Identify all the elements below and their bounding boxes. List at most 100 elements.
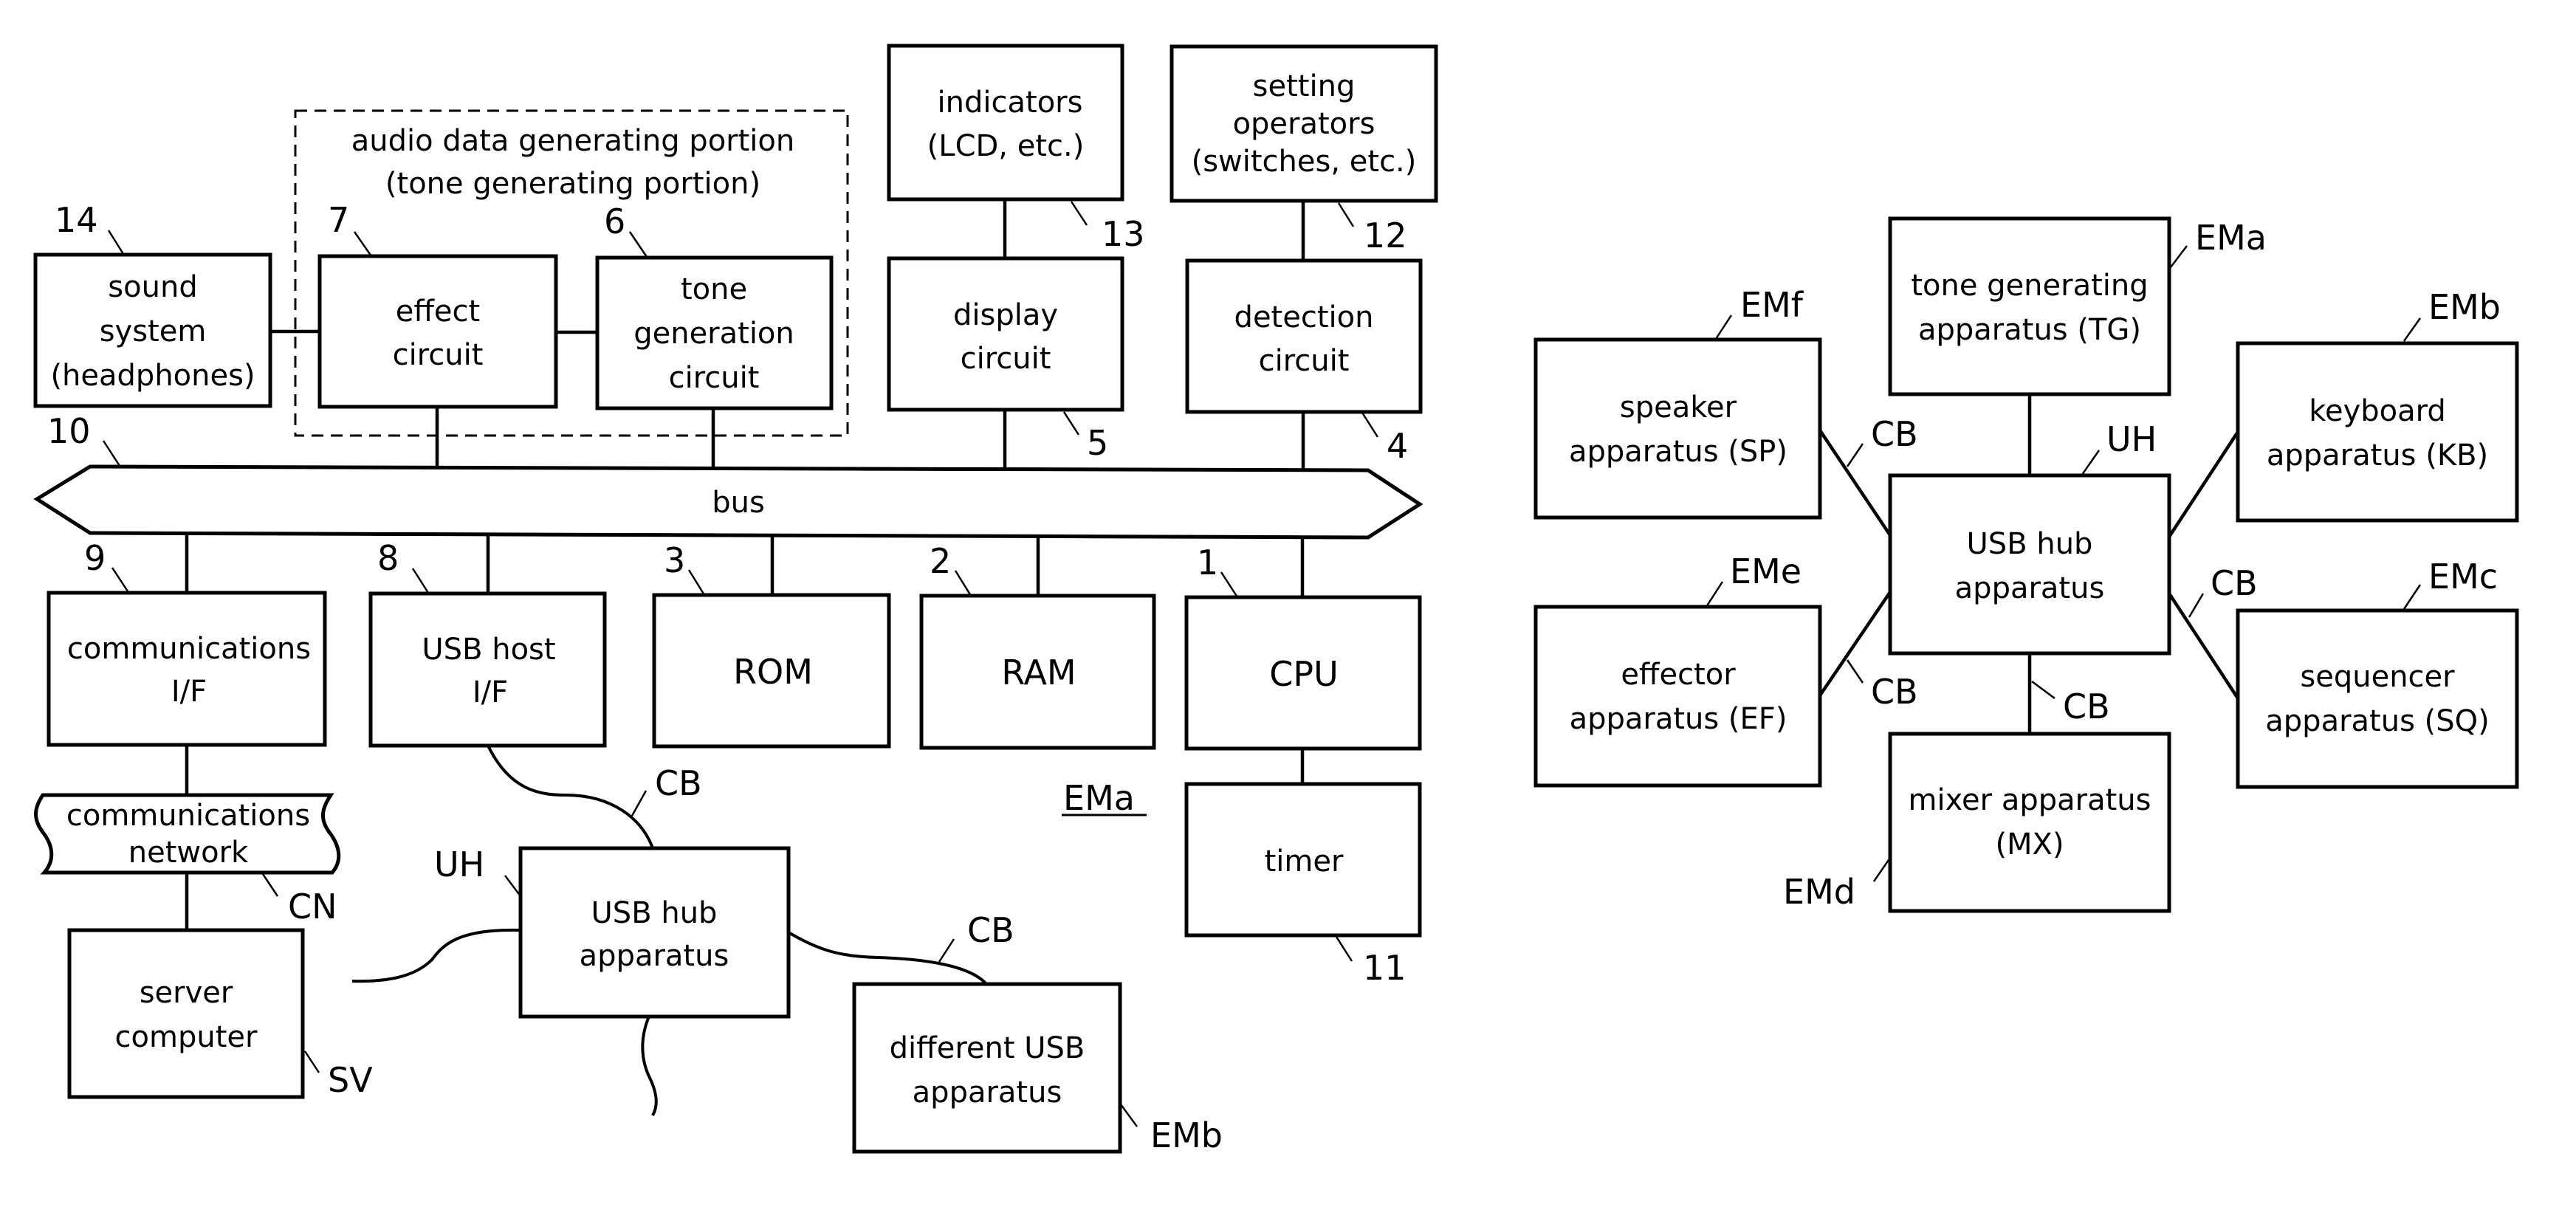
block-label: apparatus (KB) (2267, 439, 2488, 472)
block-label: I/F (171, 675, 207, 709)
audio-data-group-title: audio data generating portion (351, 124, 794, 158)
block-label: operators (1233, 107, 1375, 141)
block-label: network (128, 836, 249, 870)
block-tone-generation-circuit: tone generation circuit (595, 255, 834, 410)
block-label: USB hub (591, 896, 718, 930)
block-label: indicators (938, 86, 1083, 120)
ref-cb-usbhost: CB (655, 763, 702, 803)
block-label: I/F (473, 675, 508, 709)
block-sq-frame (2236, 608, 2519, 789)
ref-cb-mx: CB (2063, 687, 2110, 726)
block-label: circuit (961, 342, 1051, 376)
block-timer: timer (1184, 782, 1422, 938)
block-speaker-apparatus: speaker apparatus (SP) (1533, 337, 1822, 520)
block-label: tone generating (1911, 269, 2148, 303)
ref-emf: EMf (1740, 285, 1804, 325)
block-ram: RAM (919, 594, 1156, 750)
ref-1: 1 (1197, 543, 1218, 582)
ref-uh: UH (2106, 419, 2157, 459)
ref-cn: CN (288, 887, 337, 926)
block-label: circuit (1259, 344, 1350, 378)
block-detection-circuit-frame (1185, 258, 1423, 414)
ref-7: 7 (328, 200, 349, 240)
block-mx-frame (1888, 732, 2171, 913)
block-label: effect (396, 295, 480, 329)
block-server-computer: server computer (67, 928, 305, 1099)
bus-label: bus (712, 486, 765, 520)
block-label: CPU (1269, 654, 1339, 694)
block-usb-host-if-frame (368, 591, 607, 748)
block-label: USB hub (1967, 527, 2093, 561)
block-label: (MX) (1995, 828, 2064, 862)
block-cpu: CPU (1184, 595, 1422, 751)
block-usb-hub-left-frame (518, 846, 791, 1019)
block-sequencer-apparatus: sequencer apparatus (SQ) (2236, 608, 2519, 789)
diagram-canvas: audio data generating portion (tone gene… (0, 0, 2576, 1207)
block-label: apparatus (SQ) (2265, 704, 2489, 738)
block-different-usb-apparatus: different USB apparatus (852, 982, 1122, 1154)
ref-12: 12 (1364, 216, 1407, 255)
block-label: communications (67, 632, 311, 666)
block-label: (LCD, etc.) (927, 129, 1085, 163)
ref-emd: EMd (1783, 872, 1855, 912)
block-setting-operators: setting operators (switches, etc.) (1169, 44, 1438, 203)
block-sp-frame (1533, 337, 1822, 520)
block-label: circuit (669, 361, 760, 395)
block-label: apparatus (SP) (1569, 435, 1787, 469)
block-label: apparatus (580, 939, 729, 973)
block-label: system (100, 314, 207, 348)
block-label: timer (1265, 845, 1344, 878)
ref-8: 8 (377, 538, 399, 578)
block-label: RAM (1001, 653, 1076, 692)
ref-eme: EMe (1730, 551, 1802, 591)
ref-uh: UH (434, 845, 484, 884)
block-label: ROM (733, 652, 813, 692)
block-usb-hub-apparatus: USB hub apparatus (1888, 473, 2171, 656)
block-indicators: indicators (LCD, etc.) (887, 44, 1124, 202)
block-label: tone (681, 272, 747, 306)
block-label: sequencer (2300, 660, 2455, 694)
block-rom: ROM (652, 593, 891, 749)
block-label: apparatus (1955, 571, 2105, 605)
block-uh-frame (1888, 473, 2171, 656)
block-label: apparatus (TG) (1918, 313, 2141, 347)
block-label: computer (115, 1020, 258, 1054)
block-label: speaker (1620, 391, 1737, 424)
block-label: communications (66, 799, 310, 833)
block-different-usb-frame (852, 982, 1122, 1154)
block-detection-circuit: detection circuit (1185, 258, 1423, 414)
ref-emc: EMc (2428, 557, 2498, 596)
block-label: (switches, etc.) (1192, 145, 1417, 179)
ref-13: 13 (1102, 214, 1145, 254)
ref-4: 4 (1387, 426, 1408, 466)
ref-ema: EMa (2195, 218, 2267, 258)
block-label: different USB (890, 1031, 1085, 1065)
block-keyboard-apparatus: keyboard apparatus (KB) (2236, 341, 2519, 523)
ref-emb: EMb (2428, 287, 2501, 327)
audio-data-group-subtitle: (tone generating portion) (385, 167, 760, 201)
block-tg-frame (1888, 216, 2171, 396)
block-label: apparatus (913, 1076, 1062, 1110)
block-ef-frame (1533, 605, 1822, 788)
block-indicators-frame (887, 44, 1124, 202)
block-label: USB host (422, 633, 555, 667)
ref-11: 11 (1363, 948, 1407, 988)
ref-emb: EMb (1150, 1115, 1223, 1155)
block-communications-network: communications network (34, 793, 341, 875)
block-usb-hub-left: USB hub apparatus (518, 846, 791, 1019)
block-communications-if-frame (47, 591, 327, 747)
block-label: server (140, 976, 233, 1010)
block-effect-circuit-frame (317, 254, 558, 409)
block-tone-generating-apparatus: tone generating apparatus (TG) (1888, 216, 2171, 396)
block-kb-frame (2236, 341, 2519, 523)
device-label-ema: EMa (1063, 778, 1135, 818)
block-label: keyboard (2309, 394, 2446, 428)
ref-3: 3 (664, 540, 685, 580)
block-effect-circuit: effect circuit (317, 254, 558, 409)
block-display-circuit-frame (887, 256, 1124, 412)
ref-cb-sp: CB (1871, 414, 1918, 454)
block-label: mixer apparatus (1909, 783, 2151, 817)
ref-6: 6 (604, 202, 625, 241)
ref-cb-different: CB (967, 910, 1014, 950)
ref-14: 14 (55, 200, 98, 240)
